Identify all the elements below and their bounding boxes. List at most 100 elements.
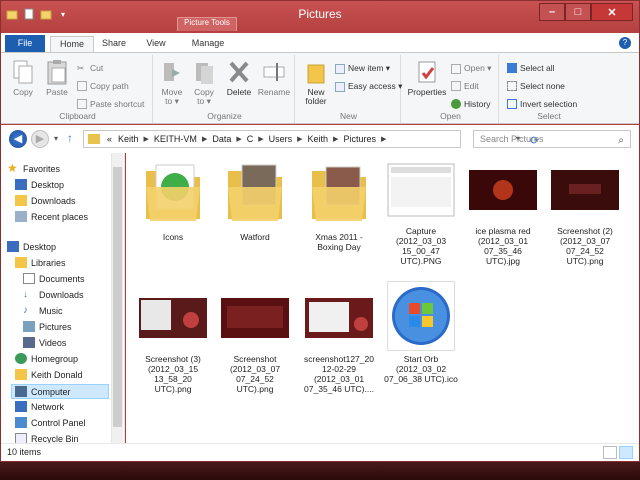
nav-libraries[interactable]: Libraries (15, 257, 66, 268)
download-arrow-icon: ↓ (23, 289, 28, 300)
nav-label: Downloads (39, 289, 84, 300)
breadcrumb-separator[interactable]: ▶ (200, 135, 209, 143)
tab-manage[interactable]: Manage (181, 36, 235, 53)
properties-button[interactable]: Properties (405, 59, 449, 97)
breadcrumb-item[interactable]: Keith (115, 134, 142, 144)
list-item[interactable]: Screenshot (2012_03_07 07_24_52 UTC).png (218, 285, 292, 394)
invert-selection-button[interactable]: Invert selection (507, 99, 577, 109)
list-item[interactable]: Screenshot (2) (2012_03_07 07_24_52 UTC)… (548, 157, 622, 266)
delete-button[interactable]: Delete (223, 59, 255, 97)
paste-shortcut-button[interactable]: Paste shortcut (77, 99, 144, 109)
nav-libraries-pictures[interactable]: Pictures (23, 321, 72, 332)
select-none-button[interactable]: Select none (507, 81, 565, 91)
list-item[interactable]: screenshot127_2012-02-29 (2012_03_01 07_… (302, 285, 376, 394)
breadcrumb-item[interactable]: C (244, 134, 257, 144)
tab-home[interactable]: Home (50, 36, 94, 53)
details-view-icon[interactable] (603, 446, 617, 459)
nav-favorites-downloads[interactable]: Downloads (15, 195, 76, 206)
nav-scrollbar-thumb[interactable] (113, 167, 122, 427)
history-button[interactable]: History (451, 99, 490, 109)
nav-libraries-documents[interactable]: Documents (23, 273, 85, 284)
breadcrumb-overflow[interactable]: « (104, 134, 115, 144)
paste-button[interactable]: Paste (41, 59, 73, 97)
nav-computer[interactable]: Computer (11, 384, 109, 399)
new-folder-button[interactable]: New folder (299, 59, 333, 106)
list-item[interactable]: ice plasma red (2012_03_01 07_35_46 UTC)… (466, 157, 540, 266)
copy-to-button[interactable]: Copy to ▾ (189, 59, 219, 106)
breadcrumb-item[interactable]: Pictures (340, 134, 379, 144)
copy-button[interactable]: Copy (7, 59, 39, 97)
nav-keith-donald[interactable]: Keith Donald (15, 369, 83, 380)
search-icon[interactable]: ⌕ (618, 133, 624, 149)
list-item[interactable]: Screenshot (3) (2012_03_15 13_58_20 UTC)… (136, 285, 210, 394)
easy-access-button[interactable]: Easy access ▾ (335, 81, 402, 92)
open-button[interactable]: Open ▾ (451, 63, 491, 74)
select-all-button[interactable]: Select all (507, 63, 555, 73)
search-input[interactable]: Search Pictures ⌕ (473, 130, 631, 148)
nav-favorites-desktop[interactable]: Desktop (15, 179, 64, 190)
tab-file[interactable]: File (5, 35, 45, 53)
nav-network[interactable]: Network (15, 401, 64, 412)
back-arrow-icon[interactable]: ◀ (9, 130, 27, 148)
maximize-button[interactable]: □ (565, 3, 591, 21)
breadcrumb-item[interactable]: KEITH-VM (151, 134, 200, 144)
view-toggle (603, 446, 633, 459)
list-item[interactable]: Icons (136, 157, 210, 242)
up-arrow-icon[interactable]: ↑ (67, 131, 73, 145)
forward-arrow-icon[interactable]: ▶ (31, 130, 49, 148)
new-item-button[interactable]: New item ▾ (335, 63, 390, 74)
close-button[interactable]: ✕ (591, 3, 633, 21)
downloads-icon (15, 195, 27, 206)
breadcrumb-item[interactable]: Users (266, 134, 296, 144)
nav-homegroup[interactable]: Homegroup (15, 353, 78, 364)
clipboard-group-label: Clipboard (59, 111, 96, 121)
nav-scrollbar[interactable] (111, 153, 123, 443)
move-to-button[interactable]: Move to ▾ (157, 59, 187, 106)
nav-control-panel[interactable]: Control Panel (15, 417, 86, 428)
breadcrumb-item[interactable]: Data (209, 134, 234, 144)
list-item[interactable]: Watford (218, 157, 292, 242)
new-folder-icon (304, 59, 328, 85)
open-group: Properties Open ▾ Edit History Open (403, 55, 499, 123)
image-thumbnail (305, 285, 373, 351)
cut-button[interactable]: ✂ Cut (77, 63, 103, 73)
title-bar[interactable]: ▾ Picture Tools Pictures – □ ✕ (1, 1, 639, 31)
search-placeholder: Search Pictures (480, 134, 544, 144)
list-item[interactable]: Start Orb (2012_03_02 07_06_38 UTC).ico (384, 281, 458, 384)
breadcrumb-separator[interactable]: ▶ (331, 135, 340, 143)
item-label: Capture (2012_03_03 15_00_47 UTC).PNG (395, 226, 447, 266)
new-folder-qat-icon[interactable] (39, 7, 53, 21)
documents-icon (23, 273, 35, 284)
breadcrumb-separator[interactable]: ▶ (295, 135, 304, 143)
tab-share[interactable]: Share (97, 36, 131, 53)
breadcrumb[interactable]: « Keith ▶ KEITH-VM ▶ Data ▶ C ▶ Users ▶ Keith… (83, 130, 539, 148)
breadcrumb-item[interactable]: Keith (305, 134, 332, 144)
minimize-button[interactable]: – (539, 3, 565, 21)
help-icon[interactable]: ? (619, 37, 631, 49)
copy-icon (11, 59, 35, 85)
item-label: Icons (162, 232, 184, 242)
list-item[interactable]: Xmas 2011 - Boxing Day (302, 157, 376, 252)
properties-qat-icon[interactable] (22, 7, 36, 21)
nav-libraries-videos[interactable]: Videos (23, 337, 66, 348)
list-item[interactable]: Capture (2012_03_03 15_00_47 UTC).PNG (384, 157, 458, 266)
rename-button[interactable]: Rename (257, 59, 291, 97)
desktop-icon (7, 241, 19, 252)
breadcrumb-separator[interactable]: ▶ (379, 135, 388, 143)
copy-path-button[interactable]: Copy path (77, 81, 129, 91)
tab-view[interactable]: View (141, 36, 171, 53)
nav-favorites-recent-places[interactable]: Recent places (15, 211, 88, 222)
customize-qat-icon[interactable]: ▾ (56, 7, 70, 21)
breadcrumb-separator[interactable]: ▶ (142, 135, 151, 143)
edit-button[interactable]: Edit (451, 81, 479, 91)
nav-desktop[interactable]: Desktop (7, 241, 56, 252)
videos-icon (23, 337, 35, 348)
breadcrumb-separator[interactable]: ▶ (234, 135, 243, 143)
nav-libraries-music[interactable]: ♪ Music (23, 305, 63, 316)
recent-locations-dropdown[interactable]: ▾ (54, 134, 58, 143)
nav-favorites[interactable]: ★ Favorites (7, 162, 60, 174)
nav-libraries-downloads[interactable]: ↓ Downloads (23, 289, 84, 300)
breadcrumb-separator[interactable]: ▶ (256, 135, 265, 143)
large-icons-view-icon[interactable] (619, 446, 633, 459)
item-label: Xmas 2011 - Boxing Day (315, 232, 363, 252)
